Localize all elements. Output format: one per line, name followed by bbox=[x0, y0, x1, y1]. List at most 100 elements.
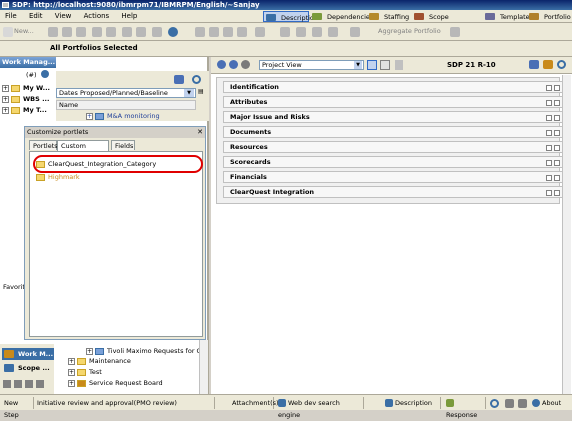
tree-item[interactable]: + My T... bbox=[2, 105, 47, 115]
expand-icon[interactable]: + bbox=[86, 347, 93, 355]
expand-icon[interactable]: + bbox=[2, 84, 9, 92]
minimize-icon[interactable] bbox=[546, 190, 552, 196]
portlet-controls[interactable] bbox=[544, 159, 560, 166]
tab-portlets[interactable]: Portlets bbox=[29, 140, 58, 150]
print-icon[interactable] bbox=[122, 27, 132, 37]
maximize-icon[interactable] bbox=[554, 160, 560, 166]
grid-icon[interactable] bbox=[380, 60, 390, 70]
back-icon[interactable] bbox=[217, 60, 226, 69]
work-management-header[interactable]: Work Manag... bbox=[0, 57, 56, 68]
save-icon[interactable] bbox=[152, 27, 162, 37]
menu-file[interactable]: File bbox=[0, 10, 22, 23]
tool-icon[interactable] bbox=[350, 27, 360, 37]
help-icon[interactable] bbox=[168, 27, 178, 37]
redo-icon[interactable] bbox=[106, 27, 116, 37]
refresh-icon[interactable] bbox=[490, 399, 499, 408]
binoculars-icon[interactable] bbox=[529, 60, 539, 69]
checkbox-icon[interactable] bbox=[367, 60, 377, 70]
close-icon[interactable]: ✕ bbox=[197, 127, 203, 138]
maximize-icon[interactable] bbox=[554, 145, 560, 151]
menu-view[interactable]: View bbox=[50, 10, 77, 23]
portlet-major-issue-and-risks[interactable]: Major Issue and Risks bbox=[223, 111, 563, 123]
tool-icon[interactable] bbox=[296, 27, 306, 37]
portlet-controls[interactable] bbox=[544, 129, 560, 136]
portlet-controls[interactable] bbox=[544, 99, 560, 106]
attachments-button[interactable]: Attachment(s) bbox=[230, 397, 279, 409]
left-scrollbar[interactable] bbox=[199, 340, 208, 394]
tool-icon[interactable] bbox=[312, 27, 322, 37]
undo-icon[interactable] bbox=[92, 27, 102, 37]
new-button[interactable]: New... bbox=[14, 27, 34, 35]
nav-icon[interactable] bbox=[14, 380, 22, 388]
restore-icon[interactable] bbox=[546, 175, 552, 181]
tool-icon[interactable] bbox=[328, 27, 338, 37]
refresh-icon[interactable] bbox=[192, 75, 201, 84]
nav-work-management[interactable]: Work M... bbox=[2, 348, 54, 360]
tool-icon[interactable] bbox=[209, 27, 219, 37]
maximize-icon[interactable] bbox=[554, 85, 560, 91]
tool-icon[interactable] bbox=[255, 27, 265, 37]
paste-icon[interactable] bbox=[76, 27, 86, 37]
new-icon[interactable] bbox=[3, 27, 13, 37]
settings-icon[interactable] bbox=[543, 60, 553, 69]
filter-icon[interactable]: (#) bbox=[26, 71, 37, 79]
menu-help[interactable]: Help bbox=[116, 10, 142, 23]
expand-icon[interactable]: + bbox=[68, 379, 75, 387]
cut-icon[interactable] bbox=[48, 27, 58, 37]
chevron-down-icon[interactable]: ▼ bbox=[354, 61, 362, 69]
nav-icon[interactable] bbox=[3, 380, 11, 388]
tree-item[interactable]: + Tivoli Maximo Requests for C... bbox=[86, 346, 207, 356]
tree-item[interactable]: + M&A monitoring bbox=[86, 112, 160, 120]
tab-portfolio[interactable]: Portfolio bbox=[527, 11, 571, 22]
nav-icon[interactable] bbox=[25, 380, 33, 388]
tree-item[interactable]: + Maintenance bbox=[68, 356, 131, 366]
portlet-clearquest-integration[interactable]: ClearQuest Integration bbox=[223, 186, 563, 198]
expand-icon[interactable]: + bbox=[2, 95, 9, 103]
copy-icon[interactable] bbox=[62, 27, 72, 37]
portlet-documents[interactable]: Documents bbox=[223, 126, 563, 138]
custom-portlet-item[interactable]: Highmark bbox=[36, 172, 80, 182]
new-step-button[interactable]: New Step bbox=[2, 397, 34, 419]
tab-custom-portlets[interactable]: Custom Portlets bbox=[57, 140, 109, 160]
aggregate-portfolio-button[interactable]: Aggregate Portfolio bbox=[378, 27, 441, 35]
tab-description[interactable]: Description bbox=[263, 11, 318, 22]
search-engine-button[interactable]: Web dev search engine bbox=[276, 397, 364, 419]
restore-icon[interactable] bbox=[546, 130, 552, 136]
expand-icon[interactable]: + bbox=[86, 112, 93, 120]
options-icon[interactable]: ▤ bbox=[198, 88, 208, 98]
refresh-icon[interactable] bbox=[136, 27, 146, 37]
portlet-attributes[interactable]: Attributes bbox=[223, 96, 563, 108]
tool-icon[interactable] bbox=[280, 27, 290, 37]
refresh-icon[interactable] bbox=[557, 60, 566, 69]
portlet-identification[interactable]: Identification bbox=[223, 81, 563, 93]
chevron-down-icon[interactable]: ▼ bbox=[184, 89, 194, 97]
tree-item[interactable]: + Test bbox=[68, 367, 102, 377]
restore-icon[interactable] bbox=[546, 100, 552, 106]
right-scrollbar[interactable] bbox=[562, 75, 571, 394]
settings-icon[interactable] bbox=[505, 399, 514, 408]
portlet-controls[interactable] bbox=[544, 174, 560, 181]
tool-icon[interactable] bbox=[195, 27, 205, 37]
portlet-financials[interactable]: Financials bbox=[223, 171, 563, 183]
restore-icon[interactable] bbox=[546, 115, 552, 121]
tool-icon[interactable] bbox=[237, 27, 247, 37]
expand-icon[interactable]: + bbox=[68, 357, 75, 365]
column-header-name[interactable]: Name bbox=[56, 100, 196, 110]
pin-icon[interactable] bbox=[395, 60, 403, 70]
portlet-controls[interactable] bbox=[544, 189, 560, 196]
maximize-icon[interactable] bbox=[554, 130, 560, 136]
maximize-icon[interactable] bbox=[554, 175, 560, 181]
tree-item[interactable]: + My W... bbox=[2, 83, 50, 93]
expand-icon[interactable]: + bbox=[68, 368, 75, 376]
tools-icon[interactable] bbox=[518, 399, 527, 408]
menu-actions[interactable]: Actions bbox=[79, 10, 115, 23]
restore-icon[interactable] bbox=[546, 145, 552, 151]
tab-template[interactable]: Template bbox=[483, 11, 530, 22]
binoculars-icon[interactable] bbox=[174, 75, 184, 84]
expand-icon[interactable]: + bbox=[2, 106, 9, 114]
tab-fields[interactable]: Fields bbox=[111, 140, 135, 150]
maximize-icon[interactable] bbox=[554, 190, 560, 196]
custom-portlet-item[interactable]: ClearQuest_Integration_Category bbox=[36, 159, 156, 169]
tool-icon[interactable] bbox=[450, 27, 460, 37]
menu-edit[interactable]: Edit bbox=[24, 10, 48, 23]
